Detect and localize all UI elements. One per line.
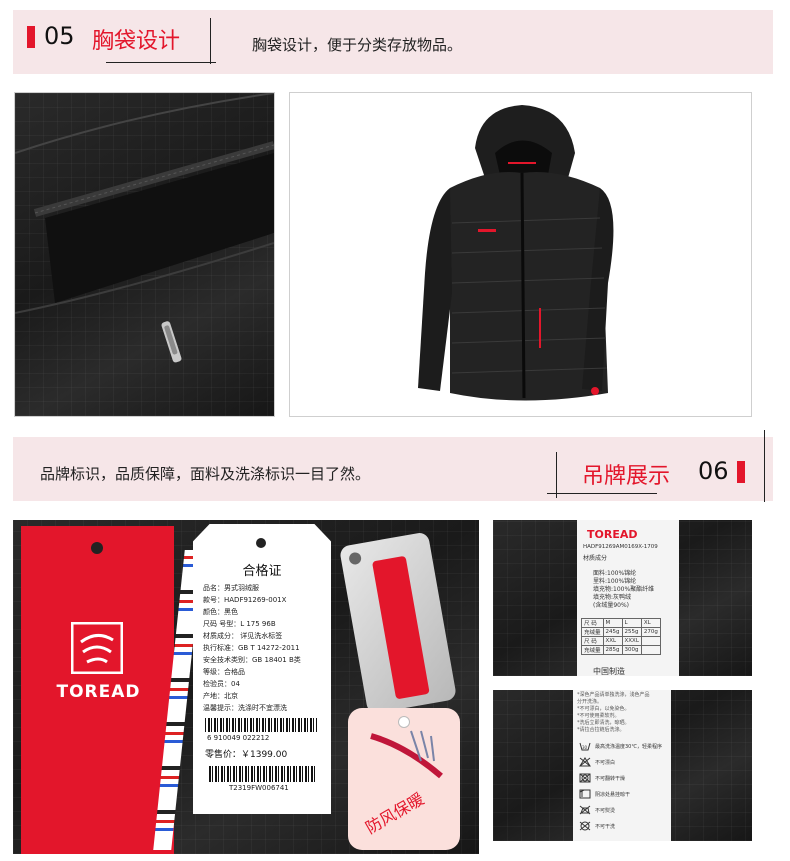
care-line: *不可使用柔软剂。: [577, 713, 620, 719]
care-instructions: *深色产品请单独洗涤，浅色产品 分开洗涤。 *不可漂白，以免染色。 *不可使用柔…: [577, 692, 650, 734]
no-tumble-dry-icon: [579, 773, 591, 783]
origin-text: 中国制造: [593, 667, 625, 676]
material-line: 填充物:灰鸭绒: [593, 594, 632, 601]
care-symbol-text: 不可干洗: [595, 823, 616, 830]
care-symbol-text: 不可翻转干燥: [595, 775, 626, 782]
section-number: 06: [698, 457, 729, 485]
section-marker-bar: [27, 26, 35, 48]
care-line: *洗后立即清洗，晾晒。: [577, 720, 630, 726]
brand-name: TOREAD: [56, 682, 141, 702]
pocket-zipper-illustration: [15, 93, 274, 363]
certificate-line: 颜色：黑色: [203, 608, 238, 616]
care-label: *深色产品请单独洗涤，浅色产品 分开洗涤。 *不可漂白，以免染色。 *不可使用柔…: [573, 690, 671, 841]
section-title: 胸袋设计: [92, 29, 181, 54]
certificate-line: 款号：HADF91269-001X: [203, 596, 287, 604]
material-label-image: TOREAD HADF91269AM0169X-1709 材质成分 面料:100…: [493, 520, 752, 676]
toread-logo-icon: [71, 622, 123, 674]
care-line: *请拉合拉链后洗涤。: [577, 727, 625, 733]
plastic-brand-tag: [338, 531, 458, 715]
no-bleach-icon: [579, 757, 591, 767]
material-line: 里料:100%锦纶: [593, 578, 637, 585]
label-code: HADF91269AM0169X-1709: [583, 544, 658, 550]
tag-code: T2319FW006741: [229, 784, 289, 792]
brand-hang-tag: TOREAD: [21, 526, 174, 854]
care-label-image: *深色产品请单独洗涤，浅色产品 分开洗涤。 *不可漂白，以免染色。 *不可使用柔…: [493, 690, 752, 841]
section-number: 05: [44, 22, 75, 50]
hang-tags-image: TOREAD 合格证 品名：男式羽绒服 款号：HADF91269-001X 颜色…: [13, 520, 479, 854]
certificate-line: 执行标准：GB T 14272-2011: [203, 644, 300, 652]
certificate-details: 品名：男式羽绒服 款号：HADF91269-001X 颜色：黑色 尺码 号型：L…: [203, 582, 301, 714]
barcode-number: 6 910049 022212: [207, 734, 270, 742]
certificate-line: 温馨提示：洗涤时不宜漂洗: [203, 704, 287, 712]
certificate-line: 材质成分： 详见洗水标签: [203, 632, 283, 640]
certificate-line: 尺码 号型：L 175 96B: [203, 620, 276, 628]
label-heading: 材质成分: [583, 555, 608, 562]
barcode: [205, 718, 317, 732]
care-symbol-text: 阴凉处悬挂晾干: [595, 791, 631, 798]
no-dry-clean-icon: [579, 821, 591, 831]
pocket-closeup-image: [14, 92, 275, 417]
jacket-product-image: [289, 92, 752, 417]
care-symbol-row: 不可翻转干燥: [579, 770, 662, 786]
care-symbol-row: 不可漂白: [579, 754, 662, 770]
svg-text:30: 30: [582, 745, 588, 750]
divider: [106, 62, 216, 63]
care-symbol-row: 不可熨烫: [579, 802, 662, 818]
no-iron-icon: [579, 805, 591, 815]
section-description: 品牌标识，品质保障，面料及洗涤标识一目了然。: [40, 465, 371, 483]
price: 零售价：￥1399.00: [205, 750, 288, 760]
section-description: 胸袋设计，便于分类存放物品。: [252, 36, 463, 54]
certificate-tag: 合格证 品名：男式羽绒服 款号：HADF91269-001X 颜色：黑色 尺码 …: [193, 524, 331, 814]
care-symbol-text: 不可熨烫: [595, 807, 616, 814]
care-symbol-row: 30 最高洗涤温度30℃，轻柔程序: [579, 738, 662, 754]
size-table: 尺 码 M L XL 充绒量 245g 255g 270g 尺 码 XXL XX…: [581, 618, 661, 655]
table-row: 充绒量 285g 300g: [581, 645, 661, 655]
material-line: 填充物:100%聚酯纤维: [593, 586, 655, 593]
barcode: [209, 766, 315, 782]
material-line: (含绒量90%): [593, 602, 630, 609]
table-row: 充绒量 245g 255g 270g: [581, 627, 661, 637]
certificate-line: 等级：合格品: [203, 668, 245, 676]
divider: [210, 18, 211, 64]
jacket-illustration: [418, 105, 614, 401]
feature-tag: 防风保暖: [348, 708, 460, 850]
label-brand: TOREAD: [587, 528, 638, 541]
certificate-line: 检验员：04: [203, 680, 240, 688]
divider: [764, 430, 765, 502]
material-label: TOREAD HADF91269AM0169X-1709 材质成分 面料:100…: [577, 520, 679, 676]
care-line: *不可漂白，以免染色。: [577, 706, 630, 712]
tag-hole: [348, 551, 363, 566]
divider: [547, 493, 657, 494]
brand-strip: [371, 555, 430, 700]
section-title: 吊牌展示: [582, 464, 671, 489]
wind-warm-icon: [370, 730, 443, 779]
section-marker-bar: [737, 461, 745, 483]
care-symbol-row: 阴凉处悬挂晾干: [579, 786, 662, 802]
material-line: 面料:100%锦纶: [593, 570, 637, 577]
divider: [556, 452, 557, 498]
material-lines: 面料:100%锦纶 里料:100%锦纶 填充物:100%聚酯纤维 填充物:灰鸭绒…: [593, 570, 654, 610]
tag-hole: [256, 538, 266, 548]
line-dry-shade-icon: [579, 789, 591, 799]
table-row: 尺 码 M L XL: [581, 618, 661, 628]
table-row: 尺 码 XXL XXXL: [581, 636, 661, 646]
care-symbols: 30 最高洗涤温度30℃，轻柔程序 不可漂白 不可翻转干燥 阴凉处悬挂晾干 不可…: [579, 738, 662, 834]
care-symbol-row: 不可干洗: [579, 818, 662, 834]
wash-30-icon: 30: [579, 742, 591, 751]
care-line: *深色产品请单独洗涤，浅色产品: [577, 692, 650, 698]
care-symbol-text: 不可漂白: [595, 759, 616, 766]
feature-text: 防风保暖: [362, 789, 428, 838]
care-symbol-text: 最高洗涤温度30℃，轻柔程序: [595, 743, 662, 750]
certificate-title: 合格证: [242, 564, 282, 579]
certificate-line: 品名：男式羽绒服: [203, 584, 259, 592]
tag-hole: [91, 542, 103, 554]
care-line: 分开洗涤。: [577, 699, 603, 705]
certificate-line: 产地：北京: [203, 692, 238, 700]
certificate-line: 安全技术类别：GB 18401 B类: [203, 656, 301, 664]
